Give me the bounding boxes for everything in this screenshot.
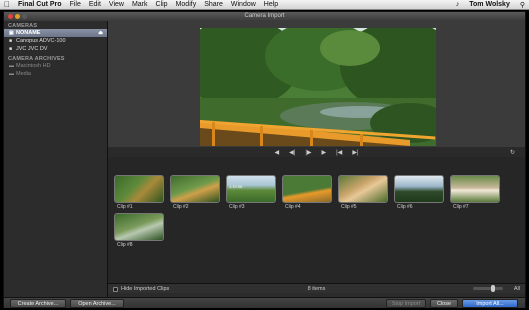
clip-label: Clip #2: [173, 204, 189, 210]
menu-mark[interactable]: Mark: [128, 1, 152, 8]
disk-icon: ▬: [9, 71, 14, 77]
transport-controls: ◀ ◀| |▶ ▶ |◀ ▶| ↻: [108, 147, 525, 157]
clip-image[interactable]: [114, 175, 164, 203]
menu-window[interactable]: Window: [227, 1, 260, 8]
clip-timecode: 1:10:06: [229, 184, 243, 189]
clip-label: Clip #7: [453, 204, 469, 210]
sidebar: CAMERAS ▣ NONAME ⏏ ■ Canopus ADVC-100 ■ …: [4, 21, 108, 297]
clip-image[interactable]: [282, 175, 332, 203]
clip-thumbnail[interactable]: Clip #2: [170, 175, 220, 213]
disk-icon: ▬: [9, 63, 14, 69]
camera-archives-header: CAMERA ARCHIVES: [8, 56, 65, 62]
clip-label: Clip #4: [285, 204, 301, 210]
video-preview: [200, 28, 436, 146]
clip-image[interactable]: [338, 175, 388, 203]
sidebar-item-label: NONAME: [16, 30, 41, 36]
zoom-slider-knob[interactable]: [491, 285, 496, 292]
all-label[interactable]: All: [514, 286, 520, 292]
cameras-header: CAMERAS: [8, 23, 38, 29]
video-frame-image: [200, 28, 436, 146]
clip-label: Clip #3: [229, 204, 245, 210]
button-bar: Create Archive... Open Archive... Stop I…: [4, 297, 525, 308]
clip-thumbnail[interactable]: Clip #7: [450, 175, 500, 213]
go-to-start-icon[interactable]: ◀: [270, 149, 285, 156]
menu-view[interactable]: View: [105, 1, 128, 8]
loop-icon[interactable]: ↻: [505, 149, 520, 156]
camcorder-icon: ■: [9, 38, 13, 44]
preview-area: [108, 21, 525, 158]
clips-status-bar: Hide Imported Clips 8 items All: [108, 283, 525, 293]
clip-label: Clip #1: [117, 204, 133, 210]
clip-thumbnail[interactable]: Clip #6: [394, 175, 444, 213]
import-all-button[interactable]: Import All...: [462, 299, 518, 308]
sidebar-item-label: JVC JVC DV: [16, 46, 48, 52]
sidebar-item-label: Macintosh HD: [16, 63, 51, 69]
sidebar-item-media[interactable]: ▬ Media: [4, 70, 107, 78]
apple-icon[interactable]: : [0, 0, 14, 9]
window-title: Camera Import: [244, 13, 285, 19]
camera-import-window: Camera Import CAMERAS ▣ NONAME ⏏ ■ Canop…: [3, 11, 526, 308]
menu-file[interactable]: File: [66, 1, 85, 8]
sidebar-item-label: Canopus ADVC-100: [16, 38, 66, 44]
clip-image[interactable]: 1:10:06: [226, 175, 276, 203]
menu-clip[interactable]: Clip: [152, 1, 172, 8]
step-back-icon[interactable]: ◀|: [284, 149, 300, 156]
next-clip-icon[interactable]: ▶|: [347, 149, 363, 156]
user-name[interactable]: Tom Wolsky: [463, 1, 516, 8]
mark-icon[interactable]: |▶: [300, 149, 316, 156]
zoom-slider[interactable]: [473, 285, 503, 292]
eject-icon[interactable]: ⏏: [98, 29, 103, 37]
menu-modify[interactable]: Modify: [172, 1, 201, 8]
camcorder-icon: ■: [9, 46, 13, 52]
sidebar-item-canopus[interactable]: ■ Canopus ADVC-100: [4, 37, 107, 45]
menu-bar:  Final Cut Pro File Edit View Mark Clip…: [0, 0, 529, 10]
sidebar-item-noname[interactable]: ▣ NONAME ⏏: [4, 29, 107, 37]
clip-thumbnail[interactable]: 1:10:06 Clip #3: [226, 175, 276, 213]
sidebar-item-jvc[interactable]: ■ JVC JVC DV: [4, 45, 107, 53]
camera-icon: ▣: [9, 30, 14, 36]
clip-image[interactable]: [170, 175, 220, 203]
close-button[interactable]: Close: [430, 299, 458, 308]
sidebar-item-macintosh-hd[interactable]: ▬ Macintosh HD: [4, 62, 107, 70]
open-archive-button[interactable]: Open Archive...: [70, 299, 124, 308]
clip-label: Clip #8: [117, 242, 133, 248]
clip-thumbnail[interactable]: Clip #1: [114, 175, 164, 213]
clip-thumbnail[interactable]: Clip #8: [114, 213, 164, 251]
clip-thumbnail[interactable]: Clip #4: [282, 175, 332, 213]
spotlight-search-icon[interactable]: ⚲: [516, 1, 529, 9]
clip-image[interactable]: [394, 175, 444, 203]
clip-image[interactable]: [114, 213, 164, 241]
menu-help[interactable]: Help: [260, 1, 282, 8]
clip-label: Clip #5: [341, 204, 357, 210]
volume-icon[interactable]: ♪: [452, 1, 464, 8]
stop-import-button[interactable]: Stop Import: [386, 299, 426, 308]
play-icon[interactable]: ▶: [317, 149, 332, 156]
menu-app-name[interactable]: Final Cut Pro: [14, 1, 66, 8]
create-archive-button[interactable]: Create Archive...: [10, 299, 66, 308]
title-bar[interactable]: Camera Import: [4, 12, 525, 21]
item-count: 8 items: [307, 286, 326, 292]
prev-clip-icon[interactable]: |◀: [331, 149, 347, 156]
menu-extras: ♪ Tom Wolsky ⚲: [452, 1, 529, 9]
clip-label: Clip #6: [397, 204, 413, 210]
clip-image[interactable]: [450, 175, 500, 203]
menu-share[interactable]: Share: [200, 1, 227, 8]
menu-edit[interactable]: Edit: [85, 1, 105, 8]
clips-browser: Clip #1 Clip #2 1:10:06 Clip #3 Clip #4 …: [108, 157, 525, 283]
sidebar-item-label: Media: [16, 71, 31, 77]
clip-thumbnail[interactable]: Clip #5: [338, 175, 388, 213]
